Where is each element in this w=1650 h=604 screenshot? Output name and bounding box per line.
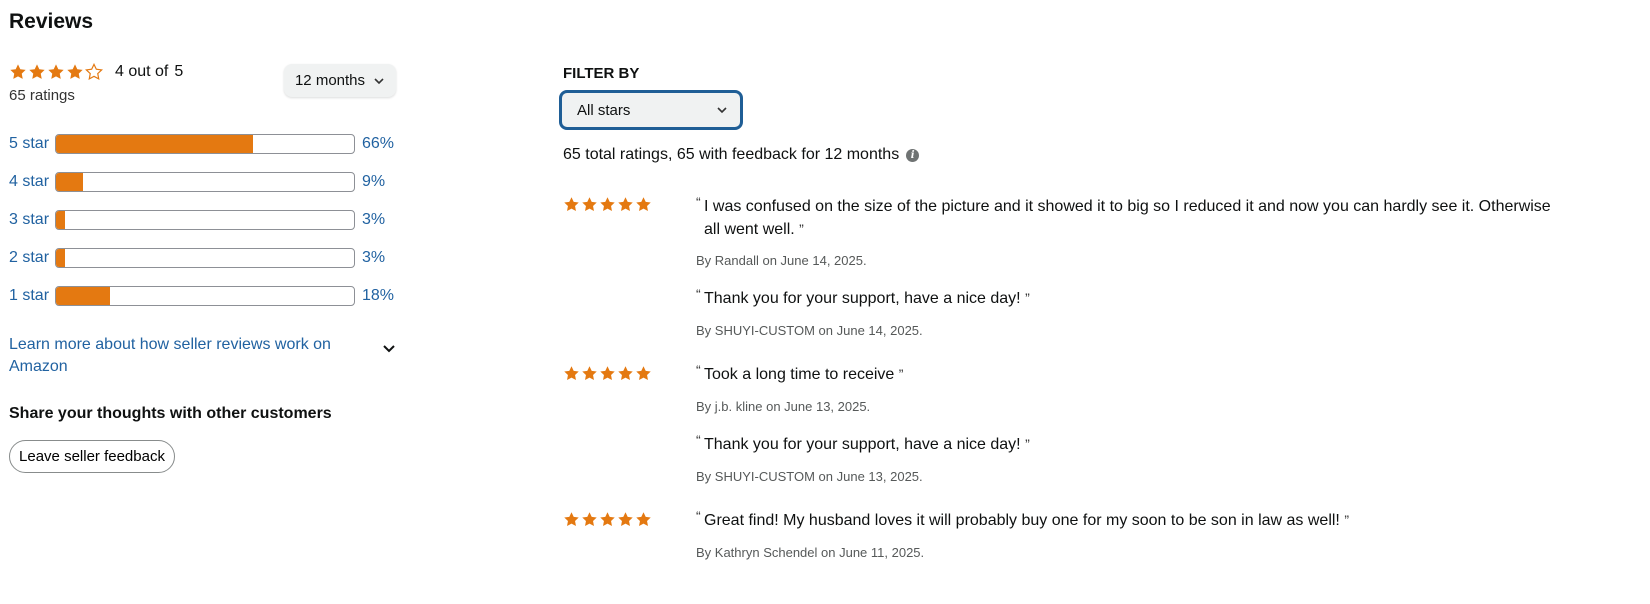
star-full-icon bbox=[563, 196, 580, 213]
reply-text: Thank you for your support, have a nice … bbox=[704, 290, 1021, 307]
star-full-icon bbox=[635, 196, 652, 213]
review-author: By Kathryn Schendel on June 11, 2025. bbox=[696, 545, 925, 560]
histogram-percent[interactable]: 18% bbox=[362, 287, 394, 305]
review-author: By Randall on June 14, 2025. bbox=[696, 253, 867, 268]
star-full-icon bbox=[617, 511, 634, 528]
histogram-row[interactable]: 5 star 66% bbox=[9, 132, 394, 156]
review-quote: “Great find! My husband loves it will pr… bbox=[696, 508, 1349, 529]
histogram-bar-fill bbox=[56, 135, 253, 153]
histogram-row[interactable]: 1 star 18% bbox=[9, 284, 394, 308]
star-full-icon bbox=[617, 365, 634, 382]
review-text: I was confused on the size of the pictur… bbox=[704, 198, 1551, 238]
review-stars bbox=[563, 511, 653, 528]
total-ratings: 65 total ratings, 65 with feedback for 1… bbox=[563, 146, 920, 164]
review-stars bbox=[563, 365, 653, 382]
review-stars bbox=[563, 196, 653, 213]
ratings-count: 65 ratings bbox=[9, 87, 75, 104]
star-full-icon bbox=[28, 63, 46, 81]
period-dropdown[interactable]: 12 months bbox=[284, 64, 396, 97]
histogram-percent[interactable]: 3% bbox=[362, 211, 385, 229]
rating-value: 4 out of bbox=[115, 63, 169, 80]
review-author: By j.b. kline on June 13, 2025. bbox=[696, 399, 871, 414]
histogram-label[interactable]: 2 star bbox=[9, 249, 55, 267]
share-heading: Share your thoughts with other customers bbox=[9, 405, 332, 422]
star-full-icon bbox=[599, 196, 616, 213]
chevron-down-icon[interactable] bbox=[381, 340, 397, 356]
histogram-bar-fill bbox=[56, 173, 83, 191]
star-full-icon bbox=[581, 365, 598, 382]
star-empty-icon bbox=[85, 63, 103, 81]
star-full-icon bbox=[563, 511, 580, 528]
seller-reply-quote: “Thank you for your support, have a nice… bbox=[696, 432, 1030, 453]
review-text: Took a long time to receive bbox=[704, 366, 895, 383]
histogram-row[interactable]: 4 star 9% bbox=[9, 170, 394, 194]
leave-feedback-button[interactable]: Leave seller feedback bbox=[9, 440, 175, 473]
histogram-bar[interactable] bbox=[55, 286, 355, 306]
review-quote: “Took a long time to receive ” bbox=[696, 362, 904, 383]
histogram-percent[interactable]: 66% bbox=[362, 135, 394, 153]
star-full-icon bbox=[9, 63, 27, 81]
histogram-bar[interactable] bbox=[55, 172, 355, 192]
learn-more-link[interactable]: Learn more about how seller reviews work… bbox=[9, 334, 349, 378]
star-full-icon bbox=[66, 63, 84, 81]
reply-text: Thank you for your support, have a nice … bbox=[704, 436, 1021, 453]
chevron-down-icon bbox=[717, 107, 727, 114]
total-ratings-text: 65 total ratings, 65 with feedback for 1… bbox=[563, 146, 900, 163]
histogram-label[interactable]: 3 star bbox=[9, 211, 55, 229]
page-title: Reviews bbox=[9, 10, 94, 33]
star-full-icon bbox=[47, 63, 65, 81]
histogram-bar-fill bbox=[56, 249, 65, 267]
reply-author: By SHUYI-CUSTOM on June 14, 2025. bbox=[696, 323, 923, 338]
histogram-percent[interactable]: 9% bbox=[362, 173, 385, 191]
review-quote: “I was confused on the size of the pictu… bbox=[696, 194, 1551, 238]
rating-max: 5 bbox=[174, 63, 184, 80]
star-full-icon bbox=[599, 365, 616, 382]
histogram-bar[interactable] bbox=[55, 134, 355, 154]
star-full-icon bbox=[581, 511, 598, 528]
star-full-icon bbox=[563, 365, 580, 382]
star-full-icon bbox=[617, 196, 634, 213]
star-full-icon bbox=[635, 511, 652, 528]
star-filter-select[interactable]: All stars bbox=[559, 90, 743, 130]
chevron-down-icon bbox=[374, 77, 384, 84]
star-full-icon bbox=[635, 365, 652, 382]
histogram-label[interactable]: 4 star bbox=[9, 173, 55, 191]
reply-author: By SHUYI-CUSTOM on June 13, 2025. bbox=[696, 469, 923, 484]
histogram-bar-fill bbox=[56, 211, 65, 229]
rating-stars bbox=[9, 63, 104, 81]
rating-text: 4 out of 5 bbox=[115, 63, 183, 81]
histogram-bar-fill bbox=[56, 287, 110, 305]
histogram-row[interactable]: 3 star 3% bbox=[9, 208, 394, 232]
star-filter-value: All stars bbox=[577, 101, 631, 119]
histogram-label[interactable]: 5 star bbox=[9, 135, 55, 153]
filter-label: FILTER BY bbox=[563, 65, 640, 82]
seller-reply-quote: “Thank you for your support, have a nice… bbox=[696, 286, 1030, 307]
star-full-icon bbox=[581, 196, 598, 213]
histogram-percent[interactable]: 3% bbox=[362, 249, 385, 267]
rating-histogram: 5 star 66% 4 star 9% 3 star 3% 2 star 3% 1 star 1… bbox=[9, 132, 394, 322]
rating-summary: 4 out of 5 65 ratings bbox=[9, 63, 183, 104]
histogram-bar[interactable] bbox=[55, 248, 355, 268]
histogram-label[interactable]: 1 star bbox=[9, 287, 55, 305]
period-dropdown-label: 12 months bbox=[294, 72, 366, 89]
review-text: Great find! My husband loves it will pro… bbox=[704, 512, 1340, 529]
histogram-row[interactable]: 2 star 3% bbox=[9, 246, 394, 270]
star-full-icon bbox=[599, 511, 616, 528]
info-icon[interactable]: i bbox=[906, 148, 920, 162]
histogram-bar[interactable] bbox=[55, 210, 355, 230]
